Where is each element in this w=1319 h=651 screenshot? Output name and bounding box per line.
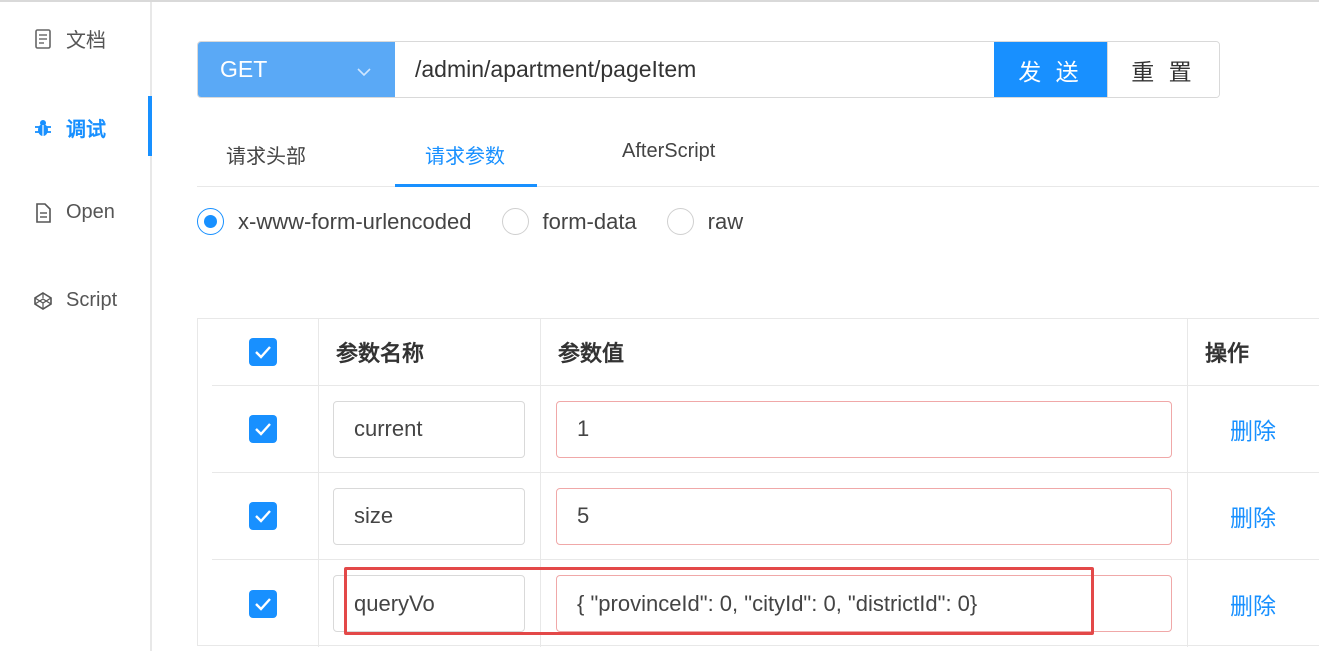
codepen-icon bbox=[33, 291, 53, 311]
delete-link[interactable]: 删除 bbox=[1230, 587, 1276, 621]
param-name-input[interactable]: size bbox=[333, 487, 525, 545]
sidebar-item-label: 调试 bbox=[66, 119, 106, 141]
request-tabs: 请求头部 请求参数 AfterScript bbox=[197, 120, 1319, 187]
document-icon bbox=[33, 28, 53, 49]
sidebar-item-label: 文档 bbox=[66, 30, 106, 52]
row-checkbox[interactable] bbox=[249, 502, 277, 530]
row-checkbox[interactable] bbox=[249, 589, 277, 618]
method-select[interactable]: GET bbox=[198, 42, 395, 97]
sidebar: 文档 调试 Open Script bbox=[0, 2, 152, 651]
param-value-input[interactable]: { "provinceId": 0, "cityId": 0, "distric… bbox=[556, 575, 1172, 632]
delete-link[interactable]: 删除 bbox=[1230, 499, 1276, 533]
tab-params[interactable]: 请求参数 bbox=[425, 140, 505, 169]
param-name-input[interactable]: queryVo bbox=[333, 575, 525, 632]
params-table: 参数名称 参数值 操作 current 1 删除 size 5 删除 query… bbox=[197, 318, 1319, 647]
radio-unchecked-icon bbox=[666, 208, 694, 235]
radio-checked-icon bbox=[197, 208, 224, 235]
file-icon bbox=[33, 202, 53, 223]
header-action: 操作 bbox=[1205, 341, 1250, 366]
sidebar-item-label: Open bbox=[66, 201, 115, 223]
param-name-input[interactable]: current bbox=[333, 400, 525, 458]
send-button[interactable]: 发 送 bbox=[994, 42, 1107, 97]
tab-active-underline bbox=[395, 184, 537, 187]
tab-headers[interactable]: 请求头部 bbox=[226, 140, 306, 169]
active-indicator bbox=[148, 96, 152, 156]
select-all-checkbox[interactable] bbox=[249, 338, 277, 366]
sidebar-item-docs[interactable]: 文档 bbox=[33, 24, 106, 53]
reset-button[interactable]: 重 置 bbox=[1107, 42, 1219, 97]
url-input[interactable]: /admin/apartment/pageItem bbox=[395, 42, 994, 97]
header-param-value: 参数值 bbox=[558, 341, 625, 366]
radio-label: form-data bbox=[542, 208, 637, 234]
table-row: queryVo { "provinceId": 0, "cityId": 0, … bbox=[212, 560, 1319, 647]
sidebar-item-script[interactable]: Script bbox=[33, 289, 117, 312]
check-icon bbox=[255, 597, 271, 611]
tab-afterscript[interactable]: AfterScript bbox=[622, 140, 715, 163]
param-value-input[interactable]: 1 bbox=[556, 400, 1172, 458]
check-icon bbox=[255, 510, 271, 523]
body-type-radio-group: x-www-form-urlencoded form-data raw bbox=[197, 208, 773, 235]
header-param-name: 参数名称 bbox=[336, 341, 425, 366]
radio-label: x-www-form-urlencoded bbox=[238, 208, 472, 234]
method-value: GET bbox=[220, 56, 268, 82]
table-header-row: 参数名称 参数值 操作 bbox=[212, 319, 1319, 386]
check-icon bbox=[255, 423, 271, 436]
radio-unchecked-icon bbox=[501, 208, 529, 235]
delete-link[interactable]: 删除 bbox=[1230, 412, 1276, 446]
radio-label: raw bbox=[707, 208, 744, 234]
row-checkbox[interactable] bbox=[249, 415, 277, 443]
bug-icon bbox=[33, 118, 53, 138]
sidebar-item-label: Script bbox=[66, 289, 118, 311]
sidebar-item-debug[interactable]: 调试 bbox=[33, 113, 106, 142]
table-row: current 1 删除 bbox=[212, 386, 1319, 473]
table-row: size 5 删除 bbox=[212, 473, 1319, 560]
radio-form-data[interactable]: form-data bbox=[501, 208, 637, 235]
request-bar: GET /admin/apartment/pageItem 发 送 重 置 bbox=[197, 41, 1220, 98]
param-value-input[interactable]: 5 bbox=[556, 487, 1172, 545]
sidebar-item-open[interactable]: Open bbox=[33, 201, 115, 224]
check-icon bbox=[255, 346, 271, 359]
top-border bbox=[0, 0, 1319, 2]
chevron-down-icon bbox=[355, 60, 373, 87]
radio-raw[interactable]: raw bbox=[666, 208, 744, 235]
radio-urlencoded[interactable]: x-www-form-urlencoded bbox=[197, 208, 472, 235]
